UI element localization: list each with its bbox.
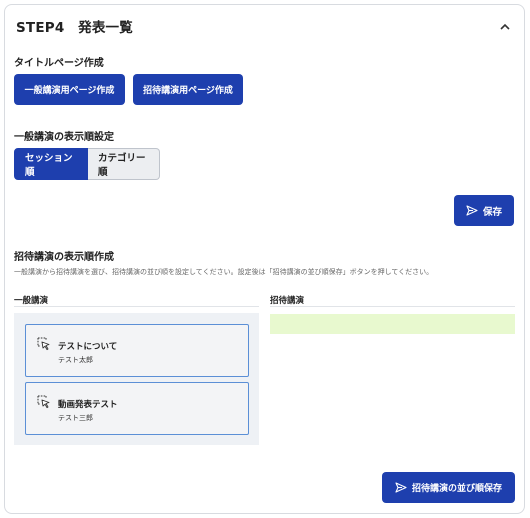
talk-author: テスト太郎 — [58, 356, 93, 364]
chevron-up-icon[interactable] — [498, 19, 512, 33]
create-invited-page-button[interactable]: 招待講演用ページ作成 — [133, 74, 243, 105]
save-invited-order-label: 招待講演の並び順保存 — [411, 484, 502, 494]
send-icon — [395, 482, 407, 493]
list-item[interactable]: テストについて テスト太郎 — [25, 324, 249, 377]
invited-order-label: 招待講演の表示順作成 — [14, 252, 114, 263]
send-icon — [466, 205, 478, 216]
general-column-label: 一般講演 — [14, 296, 49, 306]
card-title: STEP4 発表一覧 — [16, 20, 133, 36]
save-button-label: 保存 — [482, 206, 502, 218]
create-general-page-button[interactable]: 一般講演用ページ作成 — [14, 74, 125, 105]
general-column-divider — [14, 306, 259, 307]
display-order-label: 一般講演の表示順設定 — [14, 132, 114, 143]
invited-order-description: 一般講演から招待講演を選び、招待講演の並び順を設定してください。設定後は「招待講… — [14, 268, 434, 276]
session-order-option[interactable]: セッション順 — [14, 148, 88, 180]
invited-column-label: 招待講演 — [270, 296, 305, 306]
save-button[interactable]: 保存 — [454, 195, 514, 226]
invited-column-divider — [270, 306, 515, 307]
talk-title: テストについて — [58, 342, 118, 352]
title-page-label: タイトルページ作成 — [14, 58, 104, 69]
display-order-toggle: セッション順 カテゴリー順 — [14, 148, 160, 180]
category-order-option[interactable]: カテゴリー順 — [88, 148, 160, 180]
talk-author: テスト三郎 — [58, 414, 93, 422]
general-talks-list: テストについて テスト太郎 動画発表テスト テスト三郎 — [14, 313, 259, 445]
talk-title: 動画発表テスト — [58, 400, 118, 410]
invited-talks-dropzone[interactable] — [270, 314, 515, 334]
drag-select-icon — [37, 337, 50, 351]
drag-select-icon — [37, 395, 50, 409]
save-invited-order-button[interactable]: 招待講演の並び順保存 — [382, 472, 515, 503]
list-item[interactable]: 動画発表テスト テスト三郎 — [25, 382, 249, 435]
